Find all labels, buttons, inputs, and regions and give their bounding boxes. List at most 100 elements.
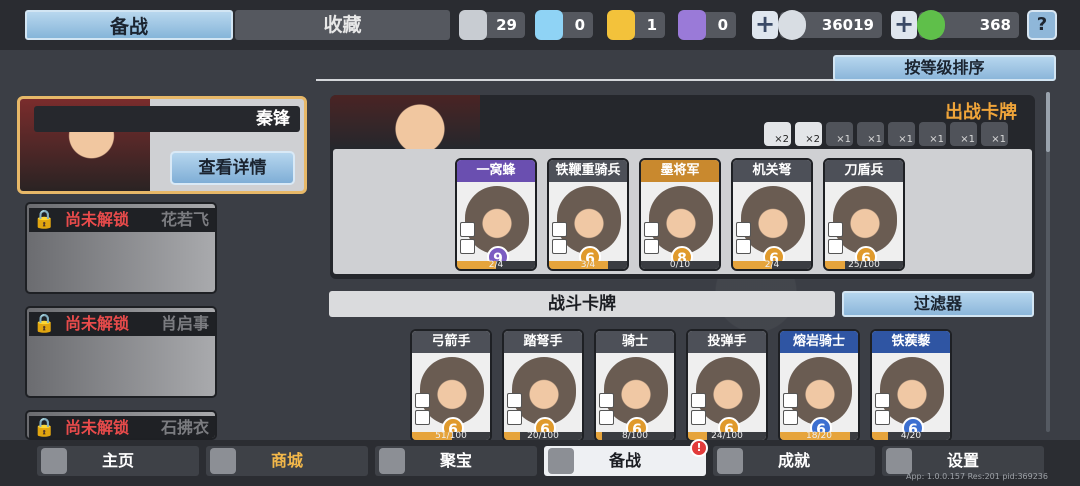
unit-progress-fill bbox=[549, 261, 608, 269]
purple-crest-icon bbox=[678, 10, 706, 40]
unit-stat-icons bbox=[691, 393, 707, 429]
locked-hero-card[interactable]: 🔒 尚未解锁 石拂衣 bbox=[25, 410, 217, 440]
defense-icon bbox=[828, 239, 843, 254]
gear-icon bbox=[886, 448, 912, 474]
defense-icon bbox=[415, 410, 430, 425]
unit-card[interactable]: 弓箭手 6 51/100 bbox=[410, 329, 492, 442]
add-gems-button[interactable]: + bbox=[891, 11, 917, 39]
filter-button[interactable]: 过滤器 bbox=[842, 291, 1034, 317]
locked-status: 尚未解锁 bbox=[65, 418, 130, 437]
lock-icon: 🔒 bbox=[33, 313, 56, 334]
unit-progress-text: 25/100 bbox=[848, 260, 880, 270]
unit-progress-bar: 0/10 bbox=[641, 261, 719, 269]
nav-item[interactable]: 成就 bbox=[713, 446, 875, 476]
defense-icon bbox=[644, 239, 659, 254]
nav-item[interactable]: 主页 bbox=[37, 446, 199, 476]
unit-card[interactable]: 一窝蜂 9 2/4 bbox=[455, 158, 537, 271]
deck-slot-token: ×1 bbox=[919, 122, 946, 146]
nav-item-label: 备战 bbox=[608, 451, 641, 470]
nav-item[interactable]: 聚宝 bbox=[375, 446, 537, 476]
attack-icon bbox=[828, 222, 843, 237]
unit-progress-fill bbox=[872, 432, 888, 440]
resource-silver[interactable]: 29 bbox=[459, 10, 525, 40]
attack-icon bbox=[644, 222, 659, 237]
unit-stat-icons bbox=[644, 222, 660, 258]
defense-icon bbox=[460, 239, 475, 254]
lock-icon: 🔒 bbox=[33, 417, 56, 438]
cards-icon bbox=[548, 448, 574, 474]
unit-card-name: 刀盾兵 bbox=[825, 160, 903, 182]
coins-value: 36019 bbox=[821, 16, 874, 34]
unit-card[interactable]: 骑士 6 8/100 bbox=[594, 329, 676, 442]
version-label: App: 1.0.0.157 Res:201 pid:369236 bbox=[906, 472, 1048, 481]
view-details-button[interactable]: 查看详情 bbox=[170, 151, 295, 185]
resource-gold[interactable]: 1 bbox=[607, 10, 665, 40]
resource-blue[interactable]: 0 bbox=[535, 10, 593, 40]
nav-item-label: 设置 bbox=[946, 451, 979, 470]
unit-card-name: 熔岩骑士 bbox=[780, 331, 858, 353]
nav-item[interactable]: 备战 bbox=[544, 446, 706, 476]
unit-card-name: 踏弩手 bbox=[504, 331, 582, 353]
add-coins-button[interactable]: + bbox=[752, 11, 778, 39]
defense-icon bbox=[552, 239, 567, 254]
tab-prepare[interactable]: 备战 bbox=[25, 10, 233, 40]
defense-icon bbox=[507, 410, 522, 425]
coins-icon bbox=[210, 448, 236, 474]
resource-silver-value: 29 bbox=[496, 16, 517, 34]
gold-crest-icon bbox=[607, 10, 635, 40]
gem-icon bbox=[917, 10, 945, 40]
defense-icon bbox=[736, 239, 751, 254]
resource-purple[interactable]: 0 bbox=[678, 10, 736, 40]
unit-card[interactable]: 熔岩骑士 6 18/20 bbox=[778, 329, 860, 442]
locked-hero-name: 石拂衣 bbox=[160, 418, 209, 437]
tab-collection[interactable]: 收藏 bbox=[235, 10, 450, 40]
sort-by-level-button[interactable]: 按等级排序 bbox=[833, 55, 1056, 81]
resource-blue-value: 0 bbox=[574, 16, 585, 34]
locked-hero-card[interactable]: 🔒 尚未解锁 花若飞 bbox=[25, 202, 217, 294]
locked-status: 尚未解锁 bbox=[65, 314, 130, 333]
home-icon bbox=[41, 448, 67, 474]
locked-hero-bar: 🔒 尚未解锁 花若飞 bbox=[29, 208, 215, 232]
locked-hero-name: 肖启事 bbox=[160, 314, 209, 333]
unit-progress-text: 2/4 bbox=[764, 260, 780, 270]
locked-hero-card[interactable]: 🔒 尚未解锁 肖启事 bbox=[25, 306, 217, 398]
unit-progress-fill bbox=[596, 432, 603, 440]
unit-card-name: 一窝蜂 bbox=[457, 160, 535, 182]
hero-card-selected[interactable]: 秦锋 查看详情 bbox=[17, 96, 307, 194]
attack-icon bbox=[507, 393, 522, 408]
locked-status: 尚未解锁 bbox=[65, 210, 130, 229]
scrollbar[interactable] bbox=[1046, 92, 1050, 432]
battle-cards-header: 战斗卡牌 bbox=[329, 291, 835, 317]
unit-card[interactable]: 投弹手 6 24/100 bbox=[686, 329, 768, 442]
help-button[interactable]: ? bbox=[1027, 10, 1057, 40]
unit-stat-icons bbox=[828, 222, 844, 258]
scrollbar-thumb[interactable] bbox=[1046, 92, 1050, 152]
unit-card[interactable]: 铁蒺藜 6 4/20 bbox=[870, 329, 952, 442]
unit-progress-bar: 51/100 bbox=[412, 432, 490, 440]
attack-icon bbox=[460, 222, 475, 237]
unit-card-name: 骑士 bbox=[596, 331, 674, 353]
unit-card-name: 墨将军 bbox=[641, 160, 719, 182]
unit-stat-icons bbox=[875, 393, 891, 429]
resource-purple-value: 0 bbox=[717, 16, 728, 34]
nav-item[interactable]: 商城 bbox=[206, 446, 368, 476]
attack-icon bbox=[552, 222, 567, 237]
unit-card[interactable]: 铁鞭重骑兵 6 3/4 bbox=[547, 158, 629, 271]
defense-icon bbox=[783, 410, 798, 425]
unit-progress-text: 2/4 bbox=[488, 260, 504, 270]
unit-progress-text: 3/4 bbox=[580, 260, 596, 270]
gems-value: 368 bbox=[979, 16, 1011, 34]
nav-item-label: 商城 bbox=[270, 451, 303, 470]
unit-card[interactable]: 刀盾兵 6 25/100 bbox=[823, 158, 905, 271]
unit-progress-bar: 4/20 bbox=[872, 432, 950, 440]
unit-card[interactable]: 踏弩手 6 20/100 bbox=[502, 329, 584, 442]
unit-card[interactable]: 机关弩 6 2/4 bbox=[731, 158, 813, 271]
unit-card[interactable]: 墨将军 8 0/10 bbox=[639, 158, 721, 271]
attack-icon bbox=[415, 393, 430, 408]
defense-icon bbox=[875, 410, 890, 425]
locked-hero-name: 花若飞 bbox=[160, 210, 209, 229]
unit-stat-icons bbox=[460, 222, 476, 258]
unit-progress-bar: 18/20 bbox=[780, 432, 858, 440]
deck-title: 出战卡牌 bbox=[945, 102, 1017, 123]
deck-slot-token: ×2 bbox=[795, 122, 822, 146]
